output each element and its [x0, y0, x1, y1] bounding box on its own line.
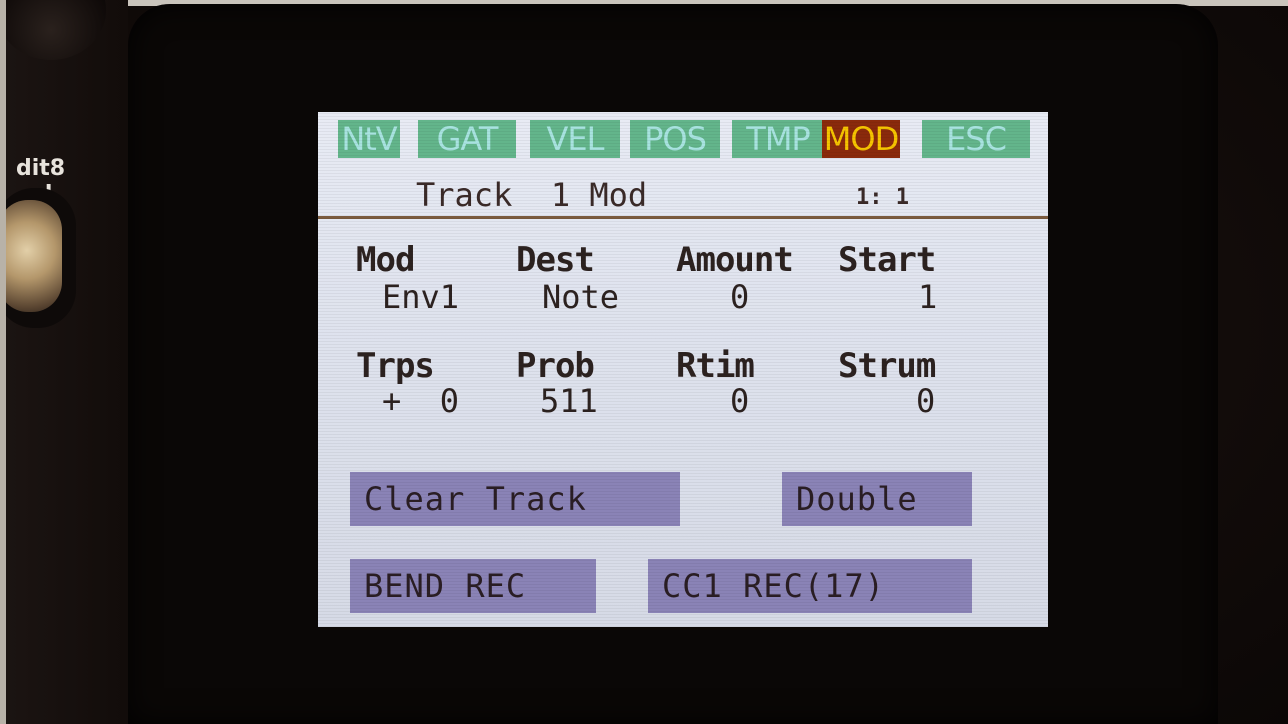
param-value-dest[interactable]: Note	[542, 278, 619, 316]
double-button[interactable]: Double	[782, 472, 972, 526]
tab-vel[interactable]: VEL	[530, 120, 620, 158]
position-readout: 1: 1	[856, 185, 909, 210]
lcd-screen: NtV GAT VEL POS TMP MOD ESC Track 1 Mod …	[318, 112, 1048, 627]
param-label-mod: Mod	[356, 240, 415, 280]
header-divider	[318, 216, 1048, 219]
side-label: dit8	[16, 156, 66, 181]
param-label-trps: Trps	[356, 346, 435, 386]
param-value-rtim[interactable]: 0	[730, 382, 749, 420]
param-value-start[interactable]: 1	[918, 278, 937, 316]
param-value-strum[interactable]: 0	[916, 382, 935, 420]
tab-esc[interactable]: ESC	[922, 120, 1030, 158]
param-label-amount: Amount	[676, 240, 794, 280]
param-value-amount[interactable]: 0	[730, 278, 749, 316]
clear-track-button[interactable]: Clear Track	[350, 472, 680, 526]
upper-knob[interactable]	[0, 0, 106, 60]
param-value-mod[interactable]: Env1	[382, 278, 459, 316]
param-label-rtim: Rtim	[676, 346, 755, 386]
cc1-rec-button[interactable]: CC1 REC(17)	[648, 559, 972, 613]
param-value-prob[interactable]: 511	[540, 382, 598, 420]
tab-mod[interactable]: MOD	[822, 120, 900, 158]
tab-pos[interactable]: POS	[630, 120, 720, 158]
param-label-strum: Strum	[838, 346, 936, 386]
bend-rec-button[interactable]: BEND REC	[350, 559, 596, 613]
param-label-prob: Prob	[516, 346, 595, 386]
edit-knob[interactable]	[0, 200, 62, 312]
param-label-dest: Dest	[516, 240, 595, 280]
device-side-panel: dit8 el	[0, 0, 128, 724]
param-value-trps[interactable]: + 0	[382, 382, 459, 420]
page-title: Track 1 Mod	[416, 176, 648, 214]
tab-tmp[interactable]: TMP	[732, 120, 824, 158]
tab-gat[interactable]: GAT	[418, 120, 516, 158]
device-edge-left	[0, 0, 6, 724]
param-label-start: Start	[838, 240, 936, 280]
tab-ntv[interactable]: NtV	[338, 120, 400, 158]
